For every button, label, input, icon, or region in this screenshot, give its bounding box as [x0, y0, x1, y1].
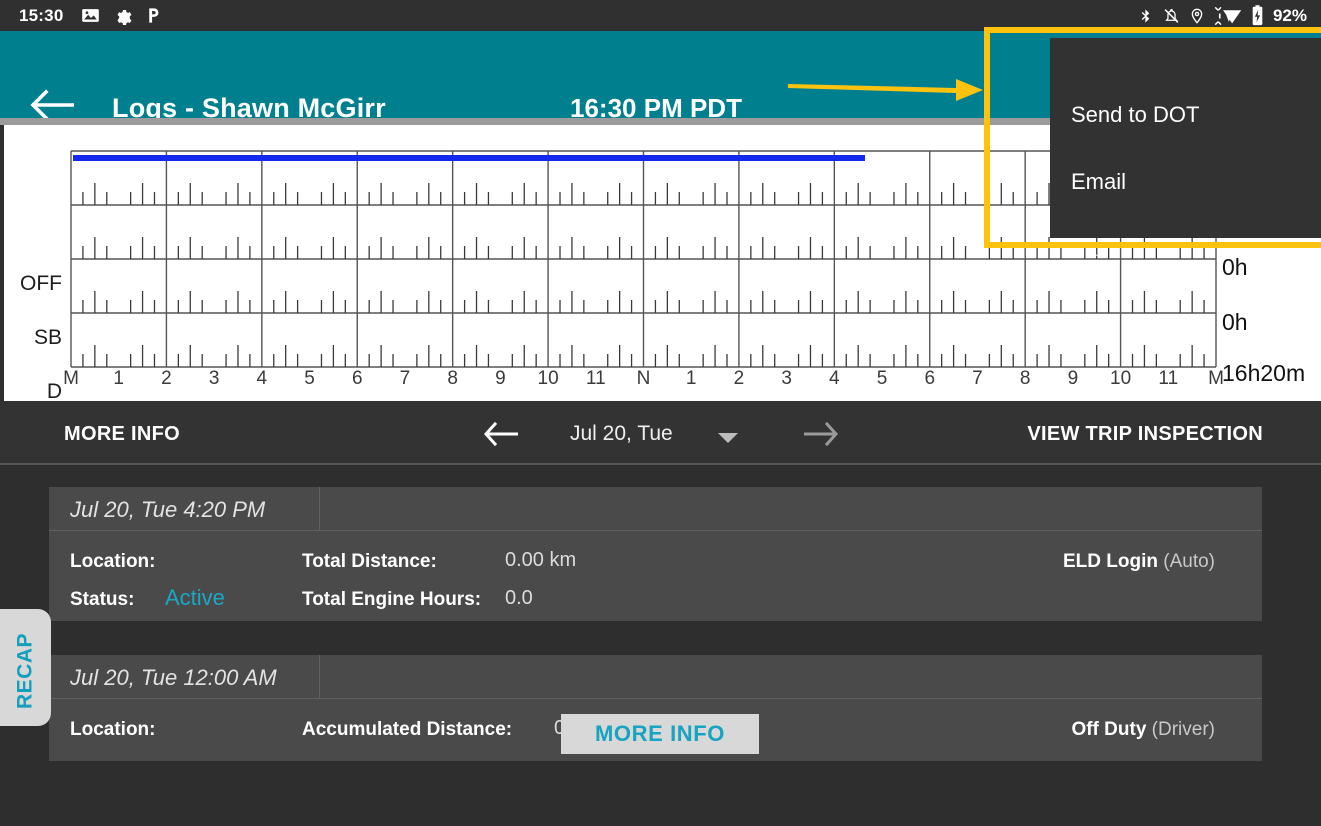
- graph-hour-label: 7: [399, 368, 411, 389]
- status-bar-left-icons: [81, 6, 162, 26]
- graph-hour-label: 10: [537, 368, 559, 389]
- card-body: Location: Status: Active Total Distance:…: [49, 531, 1262, 620]
- graph-hour-label: 4: [829, 368, 840, 389]
- event-status-primary: Off Duty: [1071, 719, 1147, 740]
- previous-day-button[interactable]: [483, 421, 519, 447]
- graph-hour-label: N: [636, 368, 651, 389]
- p-icon: [145, 6, 162, 25]
- field-label-location: Location:: [70, 551, 156, 572]
- event-status-right: ELD Login (Auto): [1063, 551, 1215, 573]
- bluetooth-icon: [1138, 6, 1154, 26]
- graph-grand-total: 16h20m: [1222, 360, 1306, 386]
- graph-hour-label: 9: [495, 368, 506, 389]
- graph-hour-label: 3: [208, 368, 220, 389]
- log-toolbar: MORE INFO Jul 20, Tue VIEW TRIP INSPECTI…: [0, 401, 1321, 465]
- notifications-off-icon: [1163, 6, 1180, 26]
- wifi-icon: [1214, 6, 1242, 26]
- location-icon: [1189, 6, 1205, 26]
- graph-hour-label: M: [63, 368, 79, 389]
- field-value-total-distance: 0.00 km: [505, 549, 577, 571]
- graph-hour-label: 11: [1158, 368, 1179, 389]
- selected-date-label[interactable]: Jul 20, Tue: [570, 422, 673, 446]
- graph-hour-label: 11: [585, 368, 606, 389]
- more-info-button[interactable]: MORE INFO: [64, 423, 180, 446]
- row-label-sb: SB: [33, 326, 62, 349]
- system-nav-bar: [0, 761, 1321, 826]
- graph-hour-label: 7: [972, 368, 983, 389]
- menu-item-fax[interactable]: Fax: [1071, 236, 1311, 262]
- card-header-separator: [319, 487, 320, 531]
- recap-tab[interactable]: RECAP: [0, 609, 51, 726]
- event-status-detail: (Auto): [1163, 551, 1215, 572]
- back-button[interactable]: [30, 89, 75, 121]
- graph-hour-label: 5: [304, 368, 315, 389]
- graph-hour-label: 1: [685, 368, 697, 389]
- graph-hour-label: 2: [161, 368, 172, 389]
- menu-item-email[interactable]: Email: [1071, 169, 1311, 195]
- event-timestamp: Jul 20, Tue 12:00 AM: [70, 665, 277, 690]
- card-header-separator: [319, 655, 320, 699]
- event-status-detail: (Driver): [1151, 719, 1215, 740]
- recap-tab-label: RECAP: [13, 633, 37, 710]
- field-label-status: Status:: [70, 589, 135, 610]
- graph-hour-label: 5: [876, 368, 888, 389]
- field-label-total-distance: Total Distance:: [302, 551, 437, 572]
- field-value-status: Active: [165, 585, 225, 610]
- field-label-engine-hours: Total Engine Hours:: [302, 589, 482, 610]
- graph-hour-label: 6: [351, 368, 363, 389]
- more-info-tooltip: MORE INFO: [561, 714, 759, 754]
- status-bar: 15:30 92%: [0, 0, 1321, 31]
- battery-percent: 92%: [1272, 5, 1307, 25]
- menu-item-send-to-dot[interactable]: Send to DOT: [1071, 102, 1311, 128]
- graph-hour-label: 1: [113, 368, 124, 389]
- graph-hour-label: 8: [447, 368, 458, 389]
- more-info-tooltip-label: MORE INFO: [594, 721, 726, 746]
- event-timestamp: Jul 20, Tue 4:20 PM: [70, 497, 266, 522]
- graph-hour-label: 2: [733, 368, 745, 389]
- graph-hour-label: 3: [781, 368, 792, 389]
- status-bar-right-icons: 92%: [1138, 5, 1307, 26]
- graph-hour-label: 9: [1067, 368, 1079, 389]
- event-status-right: Off Duty (Driver): [1071, 719, 1215, 741]
- gear-icon: [113, 6, 132, 26]
- field-value-engine-hours: 0.0: [505, 587, 533, 609]
- graph-hour-label: 4: [256, 368, 268, 389]
- view-trip-inspection-button[interactable]: VIEW TRIP INSPECTION: [1027, 423, 1263, 446]
- overflow-menu[interactable]: Send to DOT Email Fax: [1050, 38, 1321, 261]
- field-label-location: Location:: [70, 719, 156, 740]
- battery-charging-icon: [1251, 5, 1264, 26]
- graph-left-edge: [0, 125, 4, 401]
- app-root: 15:30 92% Logs - Shawn McGirr 16:30 PM P…: [0, 0, 1321, 826]
- field-label-accumulated-distance: Accumulated Distance:: [302, 719, 513, 740]
- status-bar-clock: 15:30: [19, 5, 64, 25]
- row-total-on: 0h: [1222, 309, 1248, 335]
- image-icon: [81, 6, 100, 25]
- log-event-card[interactable]: Jul 20, Tue 4:20 PM Location: Status: Ac…: [49, 487, 1262, 621]
- card-header: Jul 20, Tue 4:20 PM: [49, 487, 1262, 531]
- card-header: Jul 20, Tue 12:00 AM: [49, 655, 1262, 699]
- next-day-button[interactable]: [803, 421, 839, 447]
- graph-hour-label: 10: [1110, 368, 1132, 389]
- graph-hour-label: 8: [1019, 368, 1031, 389]
- chevron-down-icon[interactable]: [718, 433, 738, 443]
- graph-hour-label: 6: [924, 368, 936, 389]
- row-label-d: D: [46, 380, 62, 401]
- row-label-off: OFF: [20, 272, 62, 295]
- event-status-primary: ELD Login: [1062, 551, 1158, 572]
